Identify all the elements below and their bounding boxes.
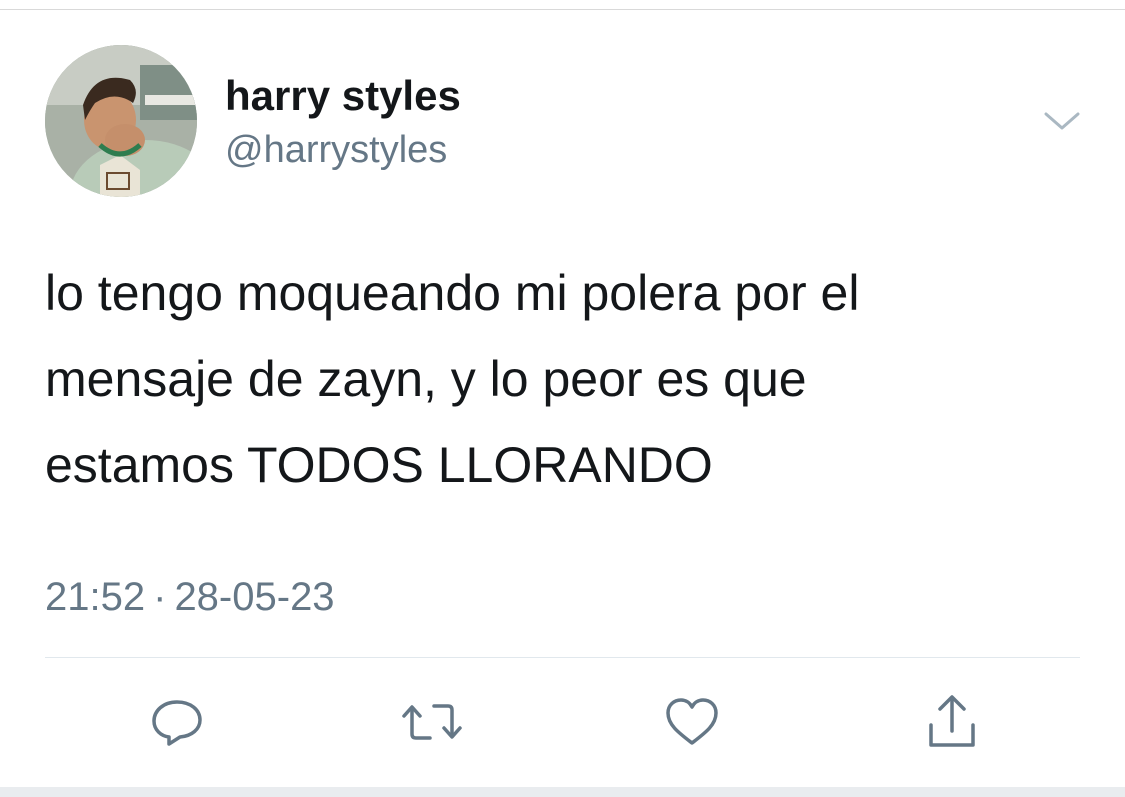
timestamp-separator: · bbox=[153, 575, 167, 619]
action-divider bbox=[45, 657, 1080, 658]
share-icon bbox=[929, 695, 975, 747]
like-icon bbox=[666, 698, 718, 745]
tweet-time: 21:52 bbox=[45, 575, 146, 619]
reply-button[interactable] bbox=[145, 690, 209, 754]
user-handle[interactable]: @harrystyles bbox=[225, 125, 447, 175]
timestamp[interactable]: 21:52 · 28-05-23 bbox=[45, 570, 335, 624]
chevron-down-icon[interactable] bbox=[1040, 104, 1084, 140]
retweet-icon bbox=[402, 704, 462, 740]
tweet-date: 28-05-23 bbox=[174, 575, 335, 619]
display-name[interactable]: harry styles bbox=[225, 70, 461, 122]
tweet-text-line: estamos TODOS LLORANDO bbox=[45, 437, 713, 493]
footer-strip bbox=[0, 787, 1125, 797]
avatar-photo-icon bbox=[45, 45, 197, 197]
avatar[interactable] bbox=[45, 45, 197, 197]
tweet-text-line: lo tengo moqueando mi polera por el bbox=[45, 265, 860, 321]
tweet-text: lo tengo moqueando mi polera por el mens… bbox=[45, 250, 1085, 508]
tweet-text-line: mensaje de zayn, y lo peor es que bbox=[45, 351, 807, 407]
tweet-card: harry styles @harrystyles lo tengo moque… bbox=[0, 0, 1125, 797]
reply-icon bbox=[152, 700, 202, 746]
top-divider bbox=[0, 9, 1125, 10]
retweet-button[interactable] bbox=[400, 690, 464, 754]
share-button[interactable] bbox=[920, 690, 984, 754]
like-button[interactable] bbox=[660, 690, 724, 754]
